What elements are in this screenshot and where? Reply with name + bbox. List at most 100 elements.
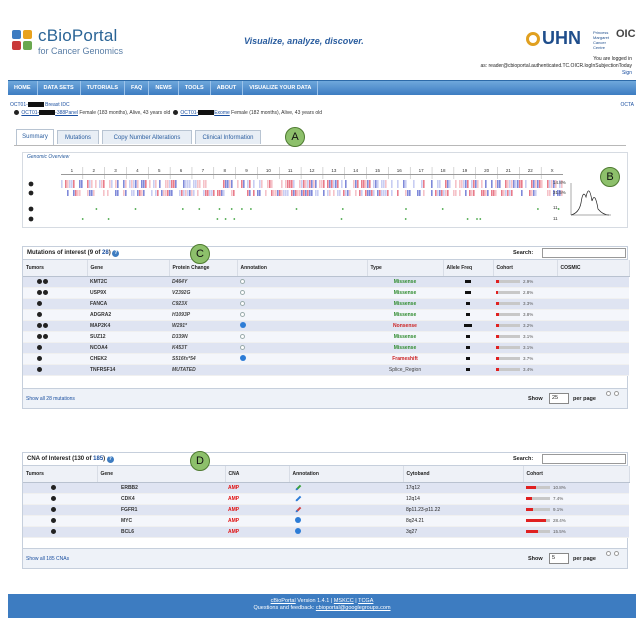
mutations-column-header[interactable]: Allele Freq <box>443 260 494 277</box>
annotation-pencil-icon[interactable] <box>295 495 302 502</box>
nav-item-about[interactable]: ABOUT <box>211 81 244 95</box>
cna-column-header[interactable]: Cytoband <box>403 466 524 483</box>
tumor-sample-icon[interactable] <box>43 278 48 284</box>
cna-row[interactable]: FGFR1 AMP 8p11.23-p11.22 9.1% <box>23 504 629 516</box>
tumor-sample-icon[interactable] <box>37 355 42 361</box>
footer-email-link[interactable]: cbioportal@googlegroups.com <box>316 605 391 611</box>
mutation-row[interactable]: ADGRA2 H1093P Missense 3.8% <box>23 309 629 321</box>
footer-tcga-link[interactable]: TCGA <box>358 598 373 604</box>
mutation-row[interactable]: SUZ12 D339N Missense 3.1% <box>23 331 629 343</box>
cna-per-page-select[interactable]: 5 <box>549 552 569 564</box>
mutations-column-header[interactable]: Gene <box>87 260 170 277</box>
footer-mskcc-link[interactable]: MSKCC <box>334 598 354 604</box>
cna-row[interactable]: CDK4 AMP 12q14 7.4% <box>23 493 629 505</box>
mutations-column-header[interactable]: Cohort <box>493 260 558 277</box>
tumor-sample-icon[interactable] <box>37 322 42 328</box>
mutations-count-total[interactable]: 28 <box>102 250 109 256</box>
tumor-sample-icon[interactable] <box>51 495 56 501</box>
annotation-empty-icon[interactable] <box>240 311 245 317</box>
mutation-row[interactable]: MAP2K4 W291* Nonsense 3.2% <box>23 320 629 332</box>
mutations-column-header[interactable]: Tumors <box>23 260 88 277</box>
tumor-sample-icon[interactable] <box>37 278 42 284</box>
mutation-row[interactable]: USP9X V2392G Missense 2.8% <box>23 287 629 299</box>
patient-id-prefix[interactable]: OCT01- <box>10 102 28 108</box>
tumor-sample-icon[interactable] <box>37 289 42 295</box>
annotation-empty-icon[interactable] <box>240 344 245 350</box>
tumor-sample-icon[interactable] <box>51 517 56 523</box>
mutations-column-header[interactable]: Type <box>367 260 444 277</box>
sample2-link[interactable]: OCT01- Exome <box>180 110 230 116</box>
tumor-sample-icon[interactable] <box>43 289 48 295</box>
cna-count-total[interactable]: 185 <box>93 456 103 462</box>
mutation-row[interactable]: NCOA4 K453T Missense 3.1% <box>23 342 629 354</box>
annotation-oncokb-icon[interactable] <box>240 322 246 328</box>
gene-cell[interactable]: KMT2C <box>87 276 169 288</box>
annotation-oncokb-icon[interactable] <box>295 528 301 534</box>
show-all-mutations-link[interactable]: Show all 28 mutations <box>26 396 75 402</box>
nav-item-tutorials[interactable]: TUTORIALS <box>81 81 126 95</box>
tab-summary[interactable]: Summary <box>16 129 54 145</box>
annotation-empty-icon[interactable] <box>240 278 245 284</box>
next-page-icon[interactable] <box>614 390 619 396</box>
gene-cell[interactable]: NCOA4 <box>87 342 169 354</box>
nav-item-home[interactable]: HOME <box>8 81 38 95</box>
cna-column-header[interactable]: CNA <box>225 466 290 483</box>
cna-row[interactable]: ERBB2 AMP 17q12 10.8% <box>23 482 629 494</box>
gene-cell[interactable]: MAP2K4 <box>87 320 169 332</box>
gene-cell[interactable]: CDK4 <box>97 493 225 505</box>
nav-item-tools[interactable]: TOOLS <box>179 81 211 95</box>
gene-cell[interactable]: ADGRA2 <box>87 309 169 321</box>
cna-row[interactable]: BCL6 AMP 3q27 15.5% <box>23 526 629 538</box>
cna-column-header[interactable]: Annotation <box>289 466 404 483</box>
prev-page-icon[interactable] <box>606 550 611 556</box>
help-icon[interactable]: ? <box>106 456 114 463</box>
gene-cell[interactable]: USP9X <box>87 287 169 299</box>
annotation-oncokb-icon[interactable] <box>295 517 301 523</box>
mutations-column-header[interactable]: COSMIC <box>557 260 630 277</box>
annotation-empty-icon[interactable] <box>240 333 245 339</box>
annotation-empty-icon[interactable] <box>240 300 245 306</box>
annotation-empty-icon[interactable] <box>240 289 245 295</box>
gene-cell[interactable]: SUZ12 <box>87 331 169 343</box>
show-all-cnas-link[interactable]: Show all 185 CNAs <box>26 556 69 562</box>
tumor-sample-icon[interactable] <box>43 333 48 339</box>
tumor-sample-icon[interactable] <box>51 506 56 512</box>
nav-item-visualize-your-data[interactable]: VISUALIZE YOUR DATA <box>243 81 319 95</box>
annotation-pencil-icon[interactable] <box>295 484 302 491</box>
nav-item-faq[interactable]: FAQ <box>125 81 150 95</box>
mutation-row[interactable]: CHEK2 S516fs*54 Frameshift 3.7% <box>23 353 629 365</box>
sample1-link[interactable]: OCT01- -388Panel <box>21 110 78 116</box>
cna-column-header[interactable]: Cohort <box>523 466 630 483</box>
gene-cell[interactable]: BCL6 <box>97 526 225 538</box>
prev-page-icon[interactable] <box>606 390 611 396</box>
gene-cell[interactable]: CHEK2 <box>87 353 169 365</box>
tumor-sample-icon[interactable] <box>51 484 56 490</box>
mutations-per-page-select[interactable]: 25 <box>549 392 569 404</box>
tumor-sample-icon[interactable] <box>37 300 42 306</box>
gene-cell[interactable]: ERBB2 <box>97 482 225 494</box>
signout-link[interactable]: Sign <box>480 70 632 77</box>
footer-cbioportal-link[interactable]: cBioPortal <box>271 598 296 604</box>
mutations-column-header[interactable]: Annotation <box>237 260 368 277</box>
gene-cell[interactable]: FANCA <box>87 298 169 310</box>
gene-cell[interactable]: MYC <box>97 515 225 527</box>
gene-cell[interactable]: TNFRSF14 <box>87 364 169 376</box>
tumor-sample-icon[interactable] <box>43 322 48 328</box>
nav-item-data-sets[interactable]: DATA SETS <box>38 81 81 95</box>
nav-item-news[interactable]: NEWS <box>149 81 179 95</box>
mutations-search-input[interactable] <box>542 248 626 258</box>
tumor-sample-icon[interactable] <box>51 528 56 534</box>
tab-clinical-information[interactable]: Clinical Information <box>195 130 261 144</box>
tumor-sample-icon[interactable] <box>37 344 42 350</box>
mutation-row[interactable]: FANCA C923X Missense 3.3% <box>23 298 629 310</box>
tab-mutations[interactable]: Mutations <box>57 130 99 144</box>
tumor-sample-icon[interactable] <box>37 311 42 317</box>
cna-search-input[interactable] <box>542 454 626 464</box>
gene-cell[interactable]: FGFR1 <box>97 504 225 516</box>
cbioportal-logo[interactable]: cBioPortal for Cancer Genomics <box>12 26 132 62</box>
tumor-sample-icon[interactable] <box>37 366 42 372</box>
help-icon[interactable]: ? <box>112 250 120 257</box>
annotation-pencil-icon[interactable] <box>295 506 302 513</box>
annotation-oncokb-icon[interactable] <box>240 355 246 361</box>
cna-column-header[interactable]: Tumors <box>23 466 98 483</box>
